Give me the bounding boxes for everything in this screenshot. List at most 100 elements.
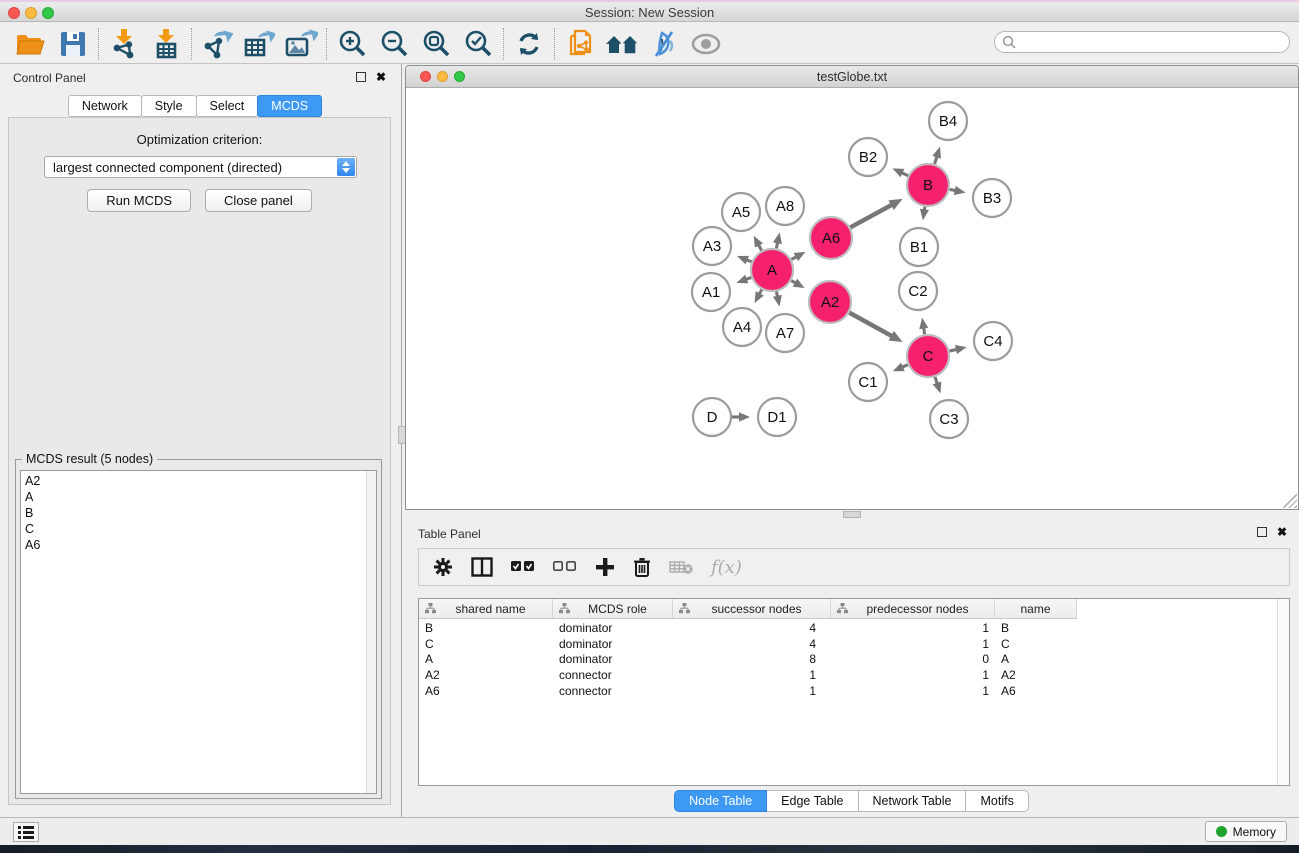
graph-node-C3[interactable]: C3 [930, 400, 968, 438]
table-row[interactable]: A2connector11A2 [419, 667, 1276, 683]
refresh-icon[interactable] [508, 26, 550, 62]
home-icon[interactable] [601, 26, 643, 62]
graph-edge[interactable] [892, 168, 908, 177]
graph-node-A[interactable]: A [751, 249, 793, 291]
cell-shared-name[interactable]: A2 [419, 668, 553, 682]
hide-style-icon[interactable] [643, 26, 685, 62]
cell-name[interactable]: A6 [995, 684, 1077, 698]
criterion-select[interactable]: largest connected component (directed) [44, 156, 357, 178]
table-row[interactable]: A6connector11A6 [419, 683, 1276, 699]
graph-edge[interactable] [773, 232, 782, 248]
cell-shared-name[interactable]: A [419, 652, 553, 666]
float-panel-icon[interactable] [356, 72, 366, 82]
graph-edge[interactable] [849, 313, 902, 342]
network-canvas[interactable]: B4B2BB3A5A8A6B1A3AC2A1A2A4A7C4CC1DD1C3 [406, 88, 1298, 509]
node-table[interactable]: shared nameMCDS rolesuccessor nodesprede… [418, 598, 1290, 786]
graph-node-A2[interactable]: A2 [809, 281, 851, 323]
close-panel-icon[interactable]: ✖ [1277, 525, 1287, 539]
cell-shared-name[interactable]: B [419, 621, 553, 635]
show-columns-icon[interactable] [471, 557, 493, 577]
cell-shared-name[interactable]: C [419, 637, 553, 651]
cell-MCDS-role[interactable]: dominator [553, 652, 673, 666]
graph-edge[interactable] [893, 363, 908, 372]
tab-network-table[interactable]: Network Table [858, 790, 967, 812]
tab-style[interactable]: Style [141, 95, 197, 117]
cell-successor-nodes[interactable]: 1 [673, 684, 831, 698]
run-mcds-button[interactable]: Run MCDS [87, 189, 191, 212]
graph-node-A8[interactable]: A8 [766, 187, 804, 225]
memory-button[interactable]: Memory [1205, 821, 1287, 842]
cell-predecessor-nodes[interactable]: 1 [831, 684, 995, 698]
mcds-result-item[interactable]: B [25, 505, 376, 521]
cell-successor-nodes[interactable]: 4 [673, 637, 831, 651]
column-header-shared-name[interactable]: shared name [419, 599, 553, 618]
graph-edge[interactable] [949, 345, 966, 354]
export-table-icon[interactable] [238, 26, 280, 62]
cell-MCDS-role[interactable]: dominator [553, 637, 673, 651]
cell-successor-nodes[interactable]: 4 [673, 621, 831, 635]
graph-edge[interactable] [950, 186, 966, 195]
cell-successor-nodes[interactable]: 8 [673, 652, 831, 666]
graph-node-D1[interactable]: D1 [758, 398, 796, 436]
graph-edge[interactable] [932, 147, 941, 164]
cell-predecessor-nodes[interactable]: 1 [831, 621, 995, 635]
float-panel-icon[interactable] [1257, 527, 1267, 537]
column-header-successor-nodes[interactable]: successor nodes [673, 599, 831, 618]
graph-edge[interactable] [736, 275, 751, 284]
graph-node-C2[interactable]: C2 [899, 272, 937, 310]
scrollbar[interactable] [366, 471, 376, 793]
export-network-icon[interactable] [196, 26, 238, 62]
zoom-fit-icon[interactable] [415, 26, 457, 62]
select-none-icon[interactable] [553, 561, 577, 573]
cell-name[interactable]: A [995, 652, 1077, 666]
import-network-icon[interactable] [103, 26, 145, 62]
tab-mcds[interactable]: MCDS [257, 95, 322, 117]
graph-edge[interactable] [919, 318, 928, 335]
mcds-result-item[interactable]: A6 [25, 537, 376, 553]
cell-predecessor-nodes[interactable]: 1 [831, 637, 995, 651]
close-panel-button[interactable]: Close panel [205, 189, 312, 212]
network-window-titlebar[interactable]: testGlobe.txt [406, 66, 1298, 88]
graph-node-A4[interactable]: A4 [723, 308, 761, 346]
delete-trash-icon[interactable] [633, 557, 651, 578]
horizontal-splitter[interactable] [405, 510, 1299, 520]
tab-edge-table[interactable]: Edge Table [766, 790, 858, 812]
mcds-result-item[interactable]: C [25, 521, 376, 537]
column-header-name[interactable]: name [995, 599, 1077, 618]
table-row[interactable]: Bdominator41B [419, 620, 1276, 636]
graph-node-B2[interactable]: B2 [849, 138, 887, 176]
scrollbar[interactable] [1277, 599, 1289, 785]
graph-edge[interactable] [732, 412, 750, 421]
column-header-predecessor-nodes[interactable]: predecessor nodes [831, 599, 995, 618]
search-input[interactable] [994, 31, 1290, 53]
cell-predecessor-nodes[interactable]: 1 [831, 668, 995, 682]
graph-node-A3[interactable]: A3 [693, 227, 731, 265]
graph-edge[interactable] [791, 279, 804, 288]
zoom-in-icon[interactable] [331, 26, 373, 62]
export-image-icon[interactable] [280, 26, 322, 62]
column-header-MCDS-role[interactable]: MCDS role [553, 599, 673, 618]
close-panel-icon[interactable]: ✖ [376, 70, 386, 84]
graph-node-B3[interactable]: B3 [973, 179, 1011, 217]
cell-successor-nodes[interactable]: 1 [673, 668, 831, 682]
cell-MCDS-role[interactable]: connector [553, 668, 673, 682]
cell-name[interactable]: C [995, 637, 1077, 651]
graph-node-A7[interactable]: A7 [766, 314, 804, 352]
graph-edge[interactable] [933, 377, 942, 394]
cell-MCDS-role[interactable]: connector [553, 684, 673, 698]
graph-edge[interactable] [755, 289, 764, 303]
network-graph[interactable]: B4B2BB3A5A8A6B1A3AC2A1A2A4A7C4CC1DD1C3 [406, 88, 1298, 509]
tab-node-table[interactable]: Node Table [674, 790, 767, 812]
tab-select[interactable]: Select [196, 95, 259, 117]
graph-node-B4[interactable]: B4 [929, 102, 967, 140]
tab-network[interactable]: Network [68, 95, 142, 117]
graph-node-C[interactable]: C [907, 335, 949, 377]
mcds-result-item[interactable]: A2 [25, 473, 376, 489]
gear-icon[interactable] [433, 557, 453, 577]
document-share-icon[interactable] [559, 26, 601, 62]
graph-edge[interactable] [850, 199, 902, 228]
graph-node-C1[interactable]: C1 [849, 363, 887, 401]
graph-edge[interactable] [737, 256, 752, 265]
graph-node-C4[interactable]: C4 [974, 322, 1012, 360]
open-folder-icon[interactable] [10, 26, 52, 62]
